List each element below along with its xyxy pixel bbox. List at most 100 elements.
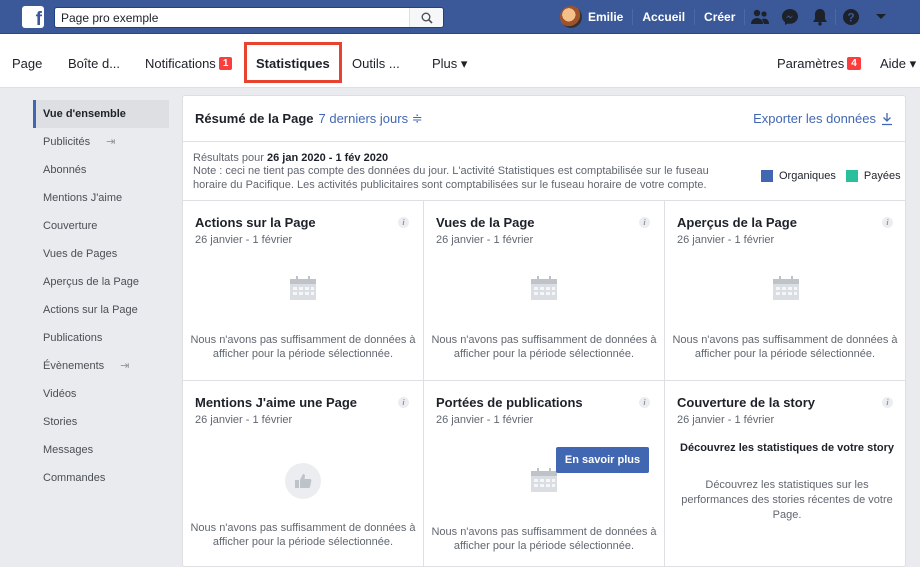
notifications-badge: 1 [218, 57, 233, 70]
timezone-note: Note : ceci ne tient pas compte des donn… [193, 165, 709, 191]
no-data-message: Nous n'avons pas suffisamment de données… [190, 334, 416, 360]
top-navigation-bar: f Emilie Accueil Créer ? [0, 0, 920, 34]
sidebar-item-actions-on-page[interactable]: Actions sur la Page [33, 296, 169, 324]
tab-inbox[interactable]: Boîte d... [68, 56, 120, 71]
sidebar-item-label: Vue d'ensemble [43, 108, 126, 120]
info-icon[interactable]: i [882, 397, 893, 408]
card-title: Mentions J'aime une Page [195, 395, 358, 410]
avatar[interactable] [560, 6, 582, 28]
legend: Organiques Payées [761, 170, 901, 182]
tab-notifications[interactable]: Notifications 1 [145, 56, 233, 71]
tab-more[interactable]: Plus ▾ [432, 56, 467, 72]
tab-notifications-label: Notifications [145, 56, 216, 71]
messenger-icon[interactable] [775, 0, 805, 34]
card-date-range: 26 janvier - 1 février [195, 414, 293, 426]
results-prefix: Résultats pour [193, 152, 267, 164]
highlight-box [244, 42, 342, 83]
card-date-range: 26 janvier - 1 février [677, 414, 775, 426]
page-navigation: Page Boîte d... Notifications 1 Statistiq… [0, 34, 920, 88]
tab-page[interactable]: Page [12, 56, 42, 71]
tab-settings-label: Paramètres [777, 56, 845, 71]
calendar-icon [531, 468, 557, 492]
export-label: Exporter les données [753, 111, 876, 126]
create-link[interactable]: Créer [695, 10, 744, 24]
card-date-range: 26 janvier - 1 février [436, 234, 534, 246]
no-data-message: Nous n'avons pas suffisamment de données… [190, 522, 416, 548]
results-line: Résultats pour 26 jan 2020 - 1 fév 2020 [193, 152, 895, 164]
paid-swatch [845, 170, 858, 182]
info-icon[interactable]: i [882, 217, 893, 228]
info-icon[interactable]: i [639, 217, 650, 228]
sidebar-item-label: Vidéos [43, 388, 77, 400]
card-date-range: 26 janvier - 1 février [677, 234, 775, 246]
calendar-icon [290, 276, 316, 300]
sidebar-item-followers[interactable]: Abonnés [33, 156, 169, 184]
notifications-bell-icon[interactable] [805, 0, 835, 34]
profile-link[interactable]: Emilie [588, 10, 632, 24]
summary-header: Résumé de la Page 7 derniers jours ≑ Exp… [183, 96, 905, 142]
card-date-range: 26 janvier - 1 février [436, 414, 534, 426]
organic-swatch [761, 170, 773, 182]
thumbs-up-icon [285, 463, 321, 499]
info-icon[interactable]: i [398, 397, 409, 408]
story-promo-text: Découvrez les statistiques sur les perfo… [681, 479, 893, 521]
search-input[interactable] [55, 8, 405, 27]
sidebar-item-reach[interactable]: Couverture [33, 212, 169, 240]
learn-more-button[interactable]: En savoir plus [556, 447, 649, 473]
sidebar-item-label: Messages [43, 444, 94, 456]
calendar-icon [773, 276, 799, 300]
card-title: Actions sur la Page [195, 215, 316, 230]
sidebar-item-page-previews[interactable]: Aperçus de la Page [33, 268, 169, 296]
home-link[interactable]: Accueil [633, 10, 694, 24]
sidebar-item-likes[interactable]: Mentions J'aime [33, 184, 169, 212]
card-title: Aperçus de la Page [677, 215, 797, 230]
search-button[interactable] [409, 8, 443, 27]
search-icon [421, 12, 433, 24]
card-date-range: 26 janvier - 1 février [195, 234, 293, 246]
search-box [54, 7, 444, 28]
sidebar-item-label: Commandes [43, 472, 106, 484]
sidebar-item-page-views[interactable]: Vues de Pages [33, 240, 169, 268]
account-menu-chevron-down-icon[interactable] [866, 0, 896, 34]
info-icon[interactable]: i [398, 217, 409, 228]
card-page-likes: Mentions J'aime une Page 26 janvier - 1 … [183, 380, 424, 566]
tab-settings[interactable]: Paramètres 4 [777, 56, 861, 71]
sidebar-item-messages[interactable]: Messages [33, 436, 169, 464]
no-data-message: Nous n'avons pas suffisamment de données… [672, 334, 898, 360]
summary-title: Résumé de la Page [195, 111, 314, 126]
download-icon [882, 112, 892, 125]
help-icon[interactable]: ? [836, 0, 866, 34]
legend-paid: Payées [863, 170, 901, 182]
page-summary-card: Résumé de la Page 7 derniers jours ≑ Exp… [182, 95, 906, 567]
card-page-views: Vues de la Page 26 janvier - 1 février i… [424, 200, 665, 380]
tab-tools[interactable]: Outils ... [352, 56, 400, 71]
card-post-reach: Portées de publications 26 janvier - 1 f… [424, 380, 665, 566]
results-range: 26 jan 2020 - 1 fév 2020 [266, 152, 389, 164]
period-selector[interactable]: 7 derniers jours ≑ [319, 111, 423, 127]
info-icon[interactable]: i [639, 397, 650, 408]
friend-requests-icon[interactable] [745, 0, 775, 34]
no-data-message: Nous n'avons pas suffisamment de données… [431, 334, 657, 360]
sidebar-item-stories[interactable]: Stories [33, 408, 169, 436]
sidebar-item-orders[interactable]: Commandes [33, 464, 169, 492]
sidebar-item-label: Mentions J'aime [43, 192, 123, 204]
tab-help[interactable]: Aide ▾ [880, 56, 916, 72]
top-right-menu: Emilie Accueil Créer ? [560, 0, 896, 34]
card-actions-on-page: Actions sur la Page 26 janvier - 1 févri… [183, 200, 424, 380]
sidebar-item-label: Couverture [43, 220, 98, 232]
sidebar-item-label: Abonnés [43, 164, 87, 176]
svg-text:?: ? [848, 11, 855, 25]
sidebar-item-events[interactable]: Évènements ⇥ [33, 352, 169, 380]
facebook-logo-icon[interactable]: f [22, 6, 44, 30]
sidebar-item-ads[interactable]: Publicités ⇥ [33, 128, 169, 156]
sidebar-item-label: Stories [43, 416, 78, 428]
no-data-message: Nous n'avons pas suffisamment de données… [431, 526, 657, 552]
sidebar-item-label: Publicités [43, 136, 91, 148]
sidebar-item-overview[interactable]: Vue d'ensemble [33, 100, 169, 128]
sidebar-item-videos[interactable]: Vidéos [33, 380, 169, 408]
export-data-link[interactable]: Exporter les données [753, 111, 893, 126]
sidebar-item-label: Évènements [43, 360, 105, 372]
sidebar-item-posts[interactable]: Publications [33, 324, 169, 352]
sidebar-item-label: Aperçus de la Page [43, 276, 140, 288]
story-promo-title: Découvrez les statistiques de votre stor… [680, 442, 894, 454]
